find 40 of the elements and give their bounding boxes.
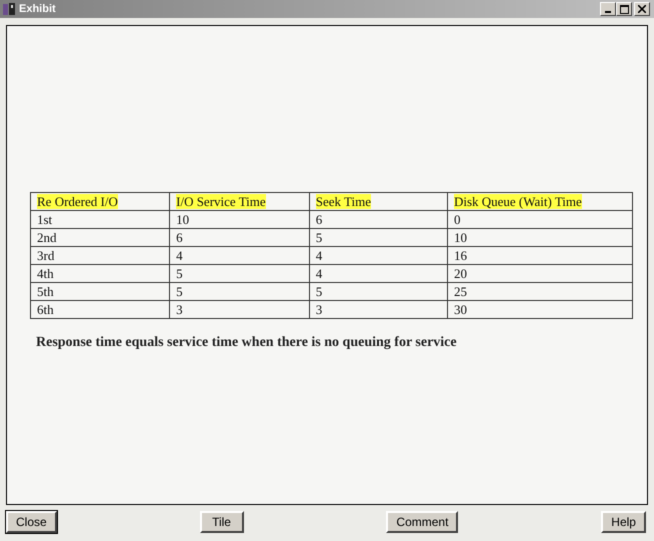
close-icon <box>638 5 646 13</box>
table-cell: 3rd <box>30 246 170 264</box>
table-cell: 3 <box>309 300 448 318</box>
table-cell: 1st <box>30 210 170 228</box>
minimize-button[interactable] <box>600 2 616 16</box>
table-cell: 4 <box>309 264 448 282</box>
table-cell: 10 <box>447 228 632 246</box>
table-cell: 5 <box>309 228 448 246</box>
column-header: I/O Service Time <box>176 194 266 208</box>
table-cell: 5 <box>170 282 310 300</box>
dialog-button[interactable]: Comment <box>386 511 458 533</box>
table-cell: 5 <box>170 264 310 282</box>
table-cell: 4 <box>170 246 310 264</box>
table-cell: 5 <box>309 282 448 300</box>
table-cell: 6 <box>309 210 448 228</box>
app-icon <box>2 2 16 16</box>
window-title: Exhibit <box>19 3 57 15</box>
table-cell: 10 <box>170 210 310 228</box>
table-cell: 5th <box>30 282 170 300</box>
note-text: Response time equals service time when there is no queuing for service <box>36 335 458 351</box>
table-cell: 2nd <box>30 228 170 246</box>
maximize-icon <box>620 4 628 14</box>
dialog-button[interactable]: Close <box>6 511 57 533</box>
dialog-button[interactable]: Tile <box>200 511 244 533</box>
column-header: Seek Time <box>316 194 371 208</box>
column-header: Re Ordered I/O <box>37 194 118 208</box>
table-cell: 0 <box>447 210 632 228</box>
maximize-button[interactable] <box>616 2 632 16</box>
table-cell: 4th <box>30 264 170 282</box>
table-cell: 6 <box>170 228 310 246</box>
table-cell: 6th <box>30 300 170 318</box>
table-cell: 20 <box>447 264 632 282</box>
close-button[interactable] <box>634 2 650 16</box>
table-cell: 16 <box>447 246 632 264</box>
dialog-button[interactable]: Help <box>601 511 646 533</box>
table-cell: 3 <box>170 300 310 318</box>
column-header: Disk Queue (Wait) Time <box>454 194 582 208</box>
table-cell: 30 <box>447 300 632 318</box>
table-cell: 4 <box>309 246 448 264</box>
table-cell: 25 <box>447 282 632 300</box>
